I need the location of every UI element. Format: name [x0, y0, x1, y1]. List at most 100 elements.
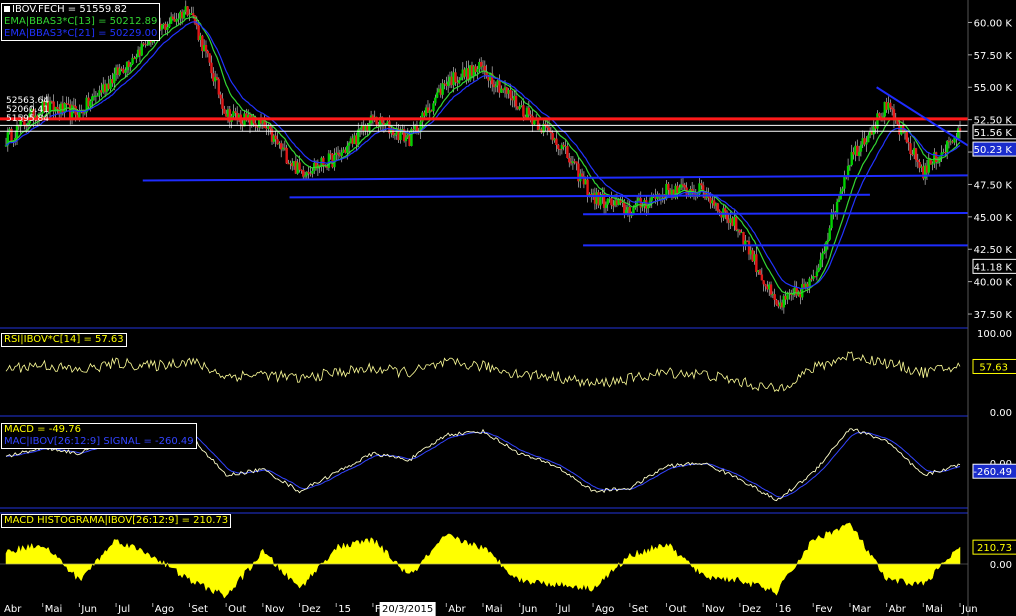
price-candle — [599, 197, 602, 206]
price-candle — [443, 83, 446, 85]
price-candle — [610, 198, 613, 206]
price-candle — [934, 152, 938, 163]
price-candle — [234, 111, 237, 113]
price-candle — [274, 135, 277, 140]
price-candle — [10, 128, 13, 142]
price-candle — [815, 271, 819, 277]
x-tick-label: Fev — [815, 604, 832, 615]
price-tick-label: 55.00 K — [974, 83, 1013, 94]
price-candle — [208, 53, 211, 63]
price-candle — [146, 44, 149, 46]
price-candle — [514, 95, 518, 107]
histogram-legend[interactable]: MACD HISTOGRAMA|IBOV[26:12:9] = 210.73 — [1, 514, 232, 528]
rsi-tick-label: 100.00 — [977, 329, 1012, 340]
price-candle — [454, 72, 457, 83]
x-tick-label: Abr — [889, 604, 907, 615]
price-candle — [821, 253, 824, 260]
price-candle — [434, 97, 437, 104]
x-tick-label: Ago — [595, 604, 614, 615]
histogram-tick-label: 0.00 — [990, 560, 1012, 571]
price-candle — [311, 170, 314, 174]
price-candle — [823, 251, 826, 254]
price-candle — [215, 77, 219, 80]
price-candle — [544, 123, 547, 125]
price-candle — [522, 105, 525, 117]
price-candle — [606, 198, 609, 205]
price-candle — [188, 14, 191, 16]
price-candle — [916, 159, 920, 163]
price-candle — [56, 106, 59, 110]
price-tick-label: 60.00 K — [974, 18, 1013, 29]
price-candle — [446, 81, 450, 86]
ema21-legend-label: EMA|BBAS3*C[21] = 50229.00 — [4, 28, 158, 39]
x-tick-label: Set — [632, 604, 649, 615]
support-trendline[interactable] — [583, 211, 969, 216]
x-tick-label: Mai — [45, 604, 63, 615]
price-candle — [268, 126, 272, 129]
price-candle — [725, 211, 729, 220]
price-candle — [219, 94, 222, 99]
price-candle — [494, 85, 498, 88]
macd-legend[interactable]: MACD = -49.76 MAC|IBOV[26:12:9] SIGNAL =… — [1, 423, 197, 449]
macd-legend-label: MACD = -49.76 — [4, 424, 81, 435]
x-tick-label: 15 — [338, 604, 351, 615]
price-candle — [435, 92, 439, 98]
rsi-legend-label: RSI|IBOV*C[14] = 57.63 — [4, 334, 124, 345]
price-candle — [914, 148, 918, 160]
price-candle — [223, 108, 226, 114]
price-candle — [936, 161, 940, 163]
close-legend-label: IBOV.FECH = 51559.82 — [4, 4, 157, 16]
price-candle — [878, 113, 881, 117]
price-candle — [857, 151, 861, 156]
left-value-labels: 52563.64 52060.41 51595.84 — [4, 97, 51, 124]
price-candle — [160, 24, 164, 30]
x-tick-label: Abr — [448, 604, 466, 615]
price-candle — [336, 152, 340, 155]
ema13-legend-label: EMA|BBAS3*C[13] = 50212.89 — [4, 16, 158, 27]
price-candle — [817, 267, 820, 272]
x-tick-label: Dez — [302, 604, 321, 615]
x-tick-label: Jun — [961, 604, 978, 615]
x-tick-label: Abr — [4, 604, 22, 615]
price-candle — [555, 138, 558, 146]
legend-marker — [4, 6, 10, 12]
price-tick-label: 45.00 K — [974, 213, 1013, 224]
x-tick-label: Ago — [155, 604, 174, 615]
price-candle — [700, 183, 703, 186]
price-candle — [113, 73, 116, 84]
price-candle — [867, 135, 870, 143]
price-candle — [819, 259, 822, 268]
price-flag-label: 51.56 K — [974, 128, 1013, 139]
price-candle — [566, 146, 569, 158]
price-candle — [340, 152, 343, 156]
price-candle — [404, 137, 408, 142]
x-tick-label: Jun — [521, 604, 538, 615]
macd-flag-label: -260.49 — [973, 467, 1012, 478]
price-candle — [773, 294, 776, 300]
price-tick-label: 57.50 K — [974, 51, 1013, 62]
price-candle — [641, 206, 644, 208]
price-legend[interactable]: IBOV.FECH = 51559.82 EMA|BBAS3*C[13] = 5… — [1, 3, 161, 41]
price-candle — [441, 83, 444, 95]
price-candle — [575, 161, 578, 164]
price-candle — [775, 299, 778, 305]
price-candle — [135, 57, 138, 60]
rsi-legend[interactable]: RSI|IBOV*C[14] = 57.63 — [1, 333, 127, 347]
price-flag-label: 50.23 K — [974, 145, 1013, 156]
price-candle — [129, 64, 132, 67]
x-tick-label: Jul — [117, 604, 130, 615]
price-candle — [931, 163, 934, 165]
price-candle — [171, 16, 175, 20]
price-candle — [210, 62, 213, 74]
price-candle — [762, 280, 765, 285]
x-tick-label: Nov — [265, 604, 285, 615]
x-tick-label: Mar — [852, 604, 872, 615]
price-candle — [865, 142, 868, 145]
price-candle — [476, 69, 479, 73]
price-candle — [650, 196, 653, 201]
price-candle — [527, 107, 531, 115]
signal-legend-label: MAC|IBOV[26:12:9] SIGNAL = -260.49 — [4, 436, 194, 447]
price-candle — [457, 80, 461, 84]
price-candle — [859, 144, 863, 152]
price-tick-label: 37.50 K — [974, 310, 1013, 321]
